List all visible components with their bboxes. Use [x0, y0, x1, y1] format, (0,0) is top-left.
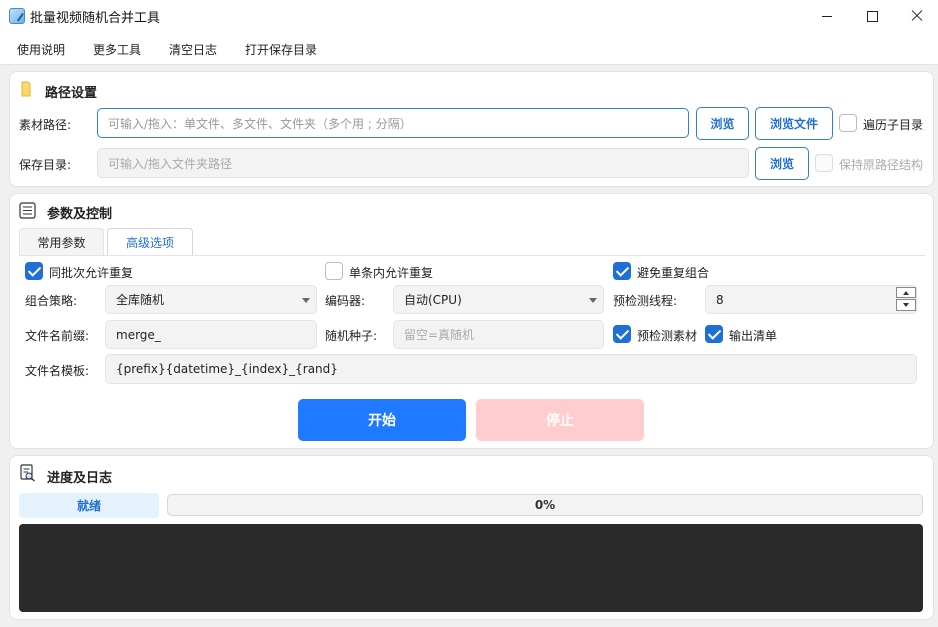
menu-item-clear-log[interactable]: 清空日志	[169, 41, 217, 58]
save-dir-label: 保存目录:	[19, 158, 72, 172]
progress-title: 进度及日志	[47, 471, 113, 486]
keep-structure-label: 保持原路径结构	[839, 158, 924, 172]
avoid-repeat-combo-label: 避免重复组合	[637, 266, 710, 280]
menu-item-open-save-dir[interactable]: 打开保存目录	[245, 41, 317, 58]
source-path-input[interactable]: 可输入/拖入：单文件、多文件、文件夹（多个用 ; 分隔）	[97, 108, 689, 138]
log-output[interactable]	[19, 524, 923, 612]
precheck-threads-spinbox[interactable]: 8	[705, 285, 917, 314]
status-badge: 就绪	[19, 493, 159, 518]
allow-repeat-batch-checkbox[interactable]	[25, 262, 43, 280]
spin-up-icon	[903, 290, 909, 295]
seed-label: 随机种子:	[325, 329, 378, 343]
output-list-label: 输出清单	[729, 329, 778, 343]
strategy-select[interactable]: 全库随机	[105, 285, 317, 314]
precheck-material-label: 预检测素材	[637, 329, 698, 343]
seed-input[interactable]: 留空=真随机	[393, 320, 604, 349]
chevron-down-icon	[589, 298, 597, 303]
tab-advanced-options[interactable]: 高级选项	[107, 228, 193, 256]
spin-down-icon	[903, 303, 909, 307]
close-button[interactable]	[894, 0, 938, 32]
chevron-down-icon	[302, 298, 310, 303]
source-path-label: 素材路径:	[19, 118, 72, 132]
precheck-material-checkbox[interactable]	[613, 325, 631, 343]
save-browse-button[interactable]: 浏览	[755, 147, 809, 180]
recurse-subdirs-label: 遍历子目录	[863, 118, 924, 132]
encoder-value: 自动(CPU)	[404, 293, 462, 307]
maximize-button[interactable]	[849, 0, 895, 32]
allow-repeat-single-checkbox[interactable]	[325, 262, 343, 280]
recurse-subdirs-checkbox[interactable]	[839, 114, 857, 132]
precheck-threads-value: 8	[716, 292, 724, 307]
params-title: 参数及控制	[47, 207, 113, 222]
spin-down-button[interactable]	[896, 299, 916, 311]
allow-repeat-single-label: 单条内允许重复	[349, 266, 434, 280]
stop-button[interactable]: 停止	[476, 399, 644, 441]
folder-icon	[19, 81, 35, 97]
close-icon	[911, 10, 923, 22]
precheck-threads-label: 预检测线程:	[613, 294, 678, 308]
output-list-checkbox[interactable]	[705, 325, 723, 343]
path-settings-title: 路径设置	[45, 86, 98, 101]
minimize-icon	[822, 15, 832, 17]
strategy-label: 组合策略:	[25, 294, 78, 308]
keep-structure-checkbox[interactable]	[815, 154, 833, 172]
tab-divider	[19, 255, 925, 256]
app-icon	[9, 8, 25, 24]
save-dir-input[interactable]: 可输入/拖入文件夹路径	[97, 148, 749, 178]
browse-button[interactable]: 浏览	[696, 107, 749, 140]
menu-item-more-tools[interactable]: 更多工具	[93, 41, 141, 58]
strategy-value: 全库随机	[116, 293, 165, 307]
encoder-label: 编码器:	[325, 294, 366, 308]
spin-up-button[interactable]	[896, 287, 916, 298]
template-input[interactable]: {prefix}{datetime}_{index}_{rand}	[105, 354, 917, 384]
prefix-label: 文件名前缀:	[25, 329, 90, 343]
prefix-input[interactable]: merge_	[105, 320, 317, 349]
allow-repeat-batch-label: 同批次允许重复	[49, 266, 134, 280]
progress-text: 0%	[534, 498, 556, 512]
minimize-button[interactable]	[804, 0, 850, 32]
tab-common-params[interactable]: 常用参数	[19, 228, 104, 256]
start-button[interactable]: 开始	[298, 399, 466, 441]
maximize-icon	[866, 10, 878, 22]
window-title: 批量视频随机合并工具	[30, 11, 161, 26]
browse-files-button[interactable]: 浏览文件	[755, 107, 833, 140]
title-bar: 批量视频随机合并工具	[0, 0, 938, 32]
encoder-select[interactable]: 自动(CPU)	[393, 285, 604, 314]
avoid-repeat-combo-checkbox[interactable]	[613, 262, 631, 280]
menu-bar: 使用说明 更多工具 清空日志 打开保存目录	[0, 32, 938, 65]
template-label: 文件名模板:	[25, 364, 90, 378]
search-doc-icon	[19, 464, 37, 482]
progress-bar: 0%	[167, 494, 923, 516]
list-icon	[19, 202, 36, 219]
menu-item-help[interactable]: 使用说明	[17, 41, 65, 58]
